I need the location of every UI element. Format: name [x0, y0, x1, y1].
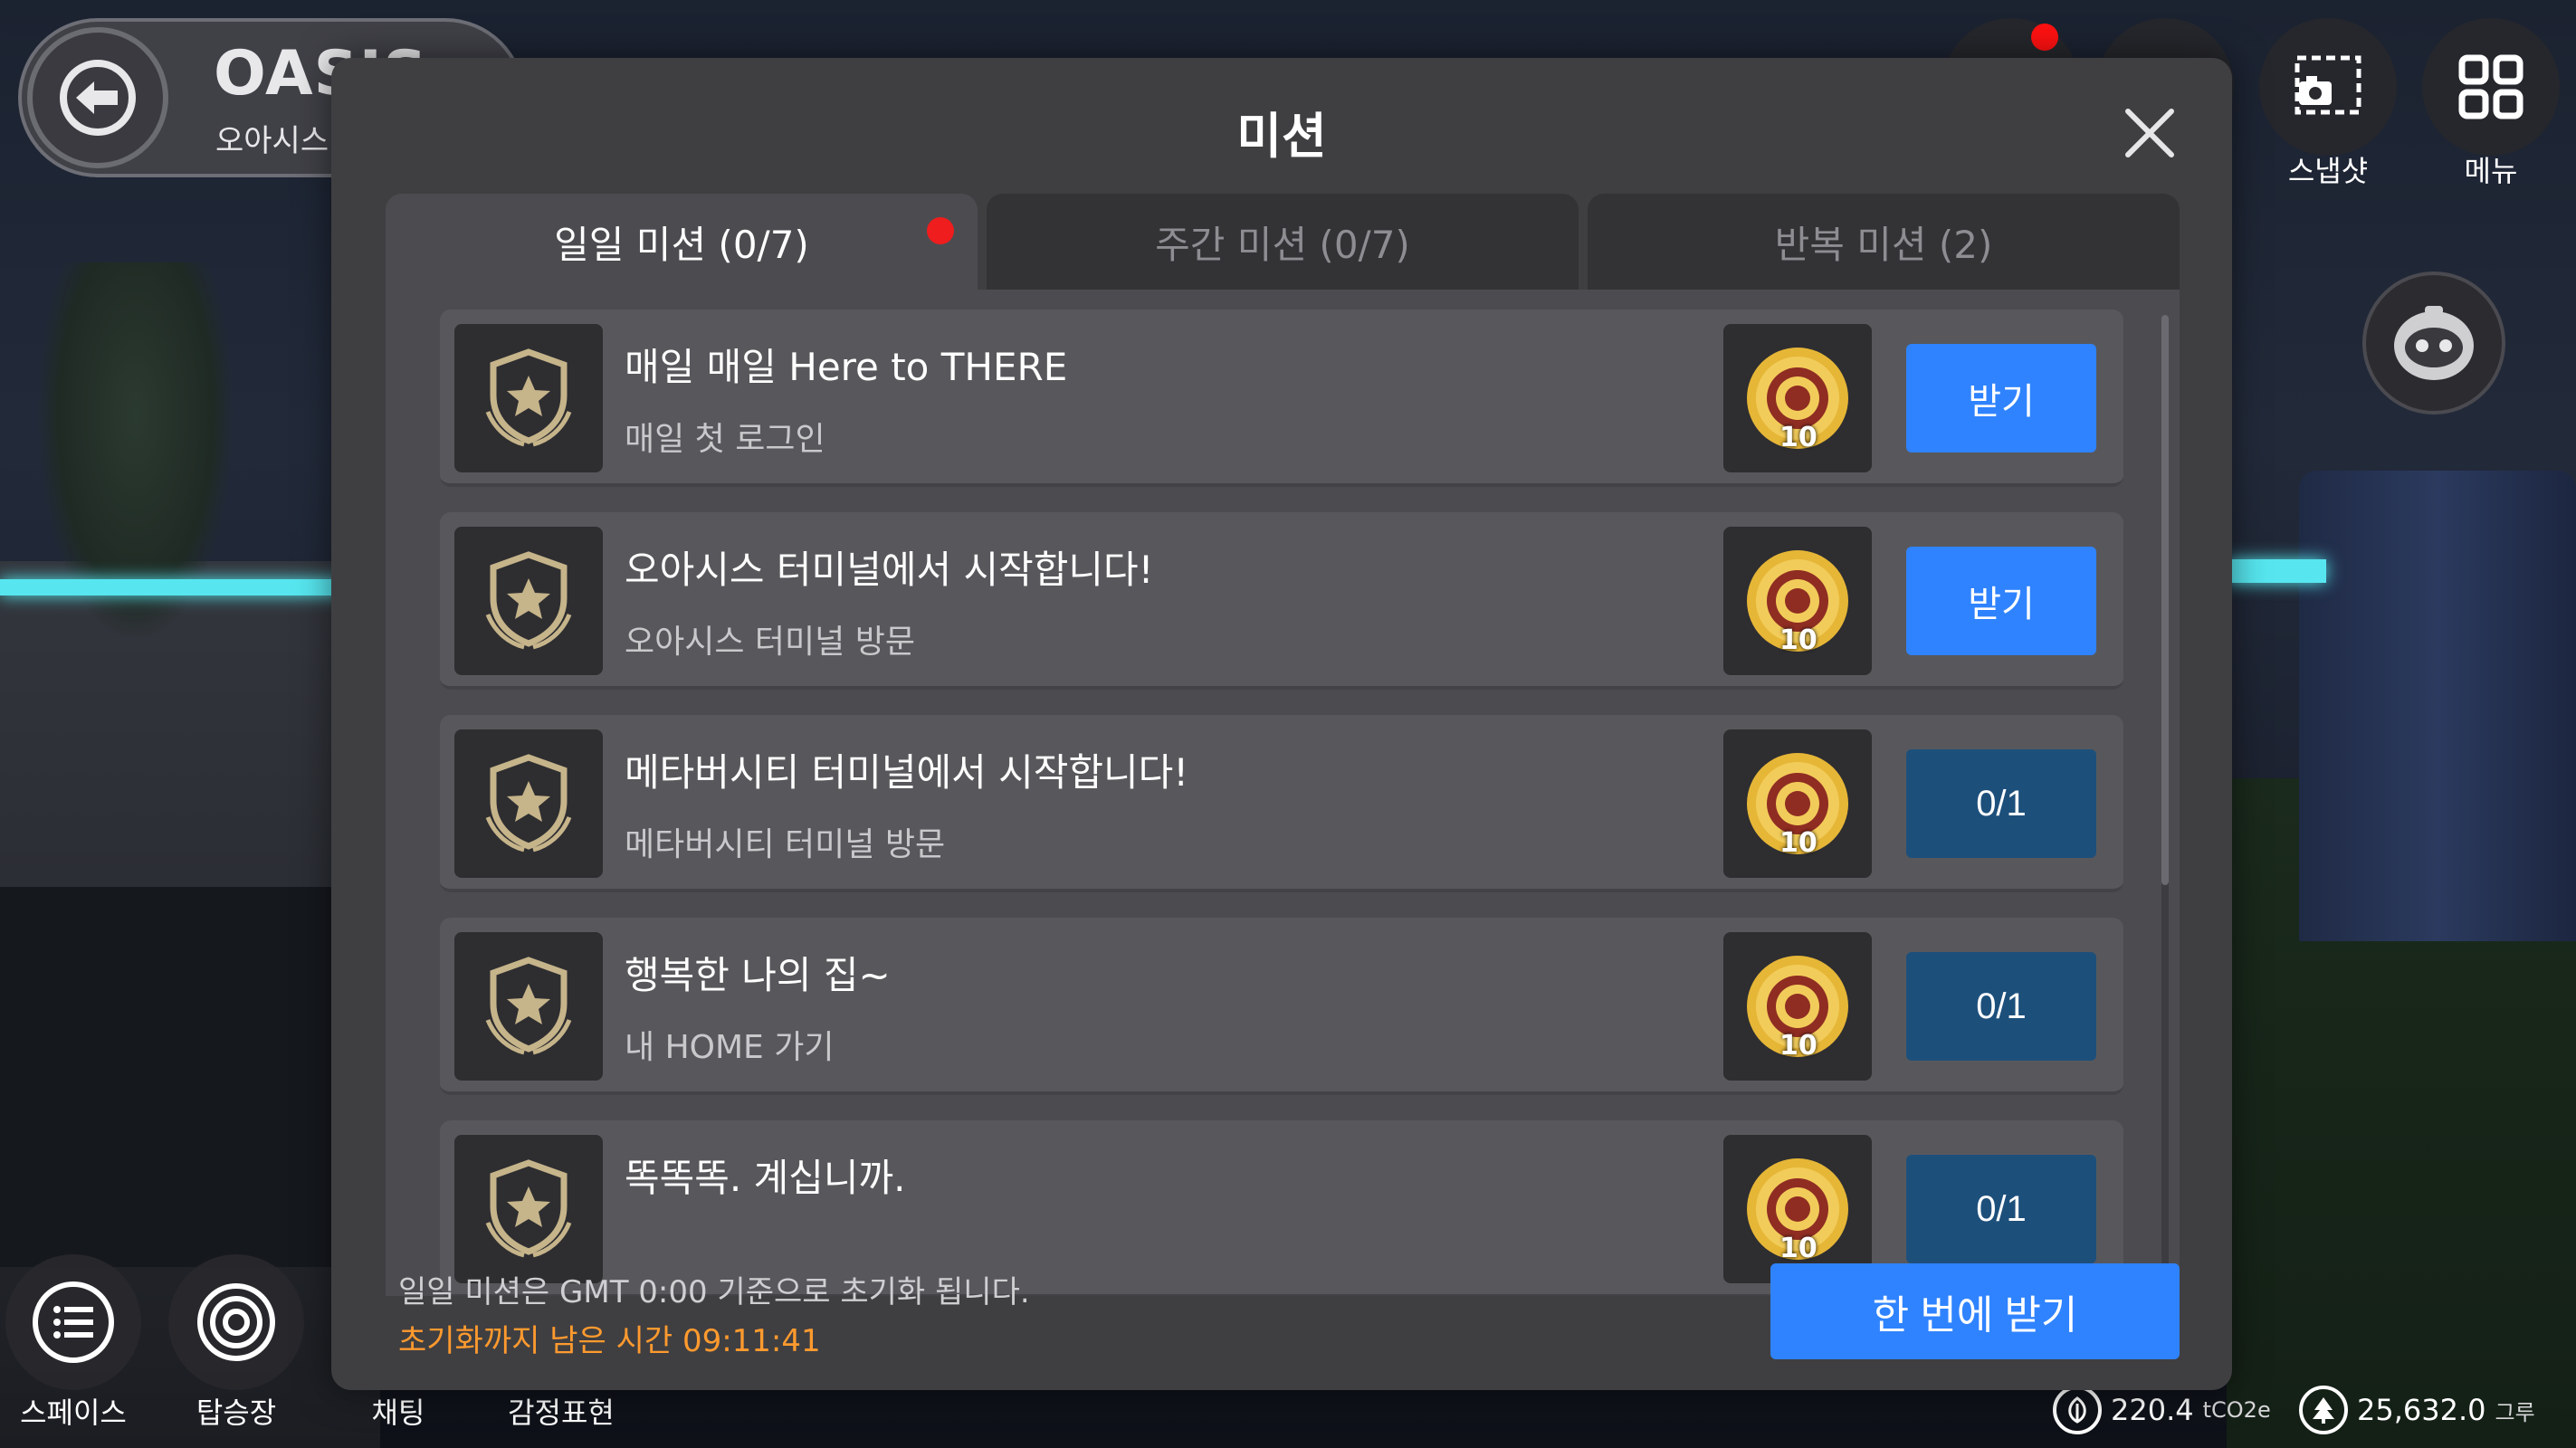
spaces-label: 스페이스	[20, 1396, 127, 1430]
mission-item: 오아시스 터미널에서 시작합니다! 오아시스 터미널 방문 10 받기	[440, 512, 2123, 690]
tab-repeat-missions[interactable]: 반복 미션 (2)	[1588, 194, 2180, 290]
mission-title: 매일 매일 Here to THERE	[625, 345, 1068, 389]
leaf-icon	[2053, 1386, 2102, 1434]
carbon-value: 220.4	[2111, 1393, 2194, 1427]
mission-description: 매일 첫 로그인	[625, 421, 825, 458]
claim-all-button[interactable]: 한 번에 받기	[1770, 1263, 2180, 1359]
carbon-unit: tCO2e	[2202, 1397, 2271, 1423]
back-button[interactable]	[27, 27, 168, 168]
mission-item: 메타버시티 터미널에서 시작합니다! 메타버시티 터미널 방문 10 0/1	[440, 715, 2123, 892]
mission-reward: 10	[1723, 324, 1872, 472]
robot-icon	[2394, 306, 2474, 380]
mission-badge	[454, 527, 603, 675]
tab-label: 주간 미션 (0/7)	[1155, 222, 1410, 267]
mission-reward: 10	[1723, 932, 1872, 1081]
reward-amount: 10	[1779, 1030, 1818, 1062]
spaces-button[interactable]	[5, 1254, 141, 1390]
mission-description: 내 HOME 가기	[625, 1029, 835, 1066]
mission-item: 행복한 나의 집~ 내 HOME 가기 10 0/1	[440, 918, 2123, 1095]
mission-tabs: 일일 미션 (0/7) 주간 미션 (0/7) 반복 미션 (2)	[386, 194, 2180, 290]
tree-value: 25,632.0	[2357, 1393, 2486, 1427]
tree-unit: 그루	[2495, 1399, 2535, 1425]
scene-light-strip-left	[0, 579, 344, 595]
scene-building	[2299, 471, 2576, 941]
reward-amount: 10	[1779, 827, 1818, 859]
mission-title: 오아시스 터미널에서 시작합니다!	[625, 548, 1154, 592]
scene-light-strip-right	[2227, 559, 2326, 583]
shield-star-icon	[485, 754, 572, 853]
reward-amount: 10	[1779, 422, 1818, 453]
menu-label: 메뉴	[2464, 154, 2518, 188]
back-arrow-icon	[60, 60, 136, 136]
snapshot-button[interactable]	[2259, 18, 2397, 156]
snapshot-label: 스냅샷	[2287, 154, 2369, 188]
mission-badge	[454, 932, 603, 1081]
mission-reward: 10	[1723, 527, 1872, 675]
reward-amount: 10	[1779, 1233, 1818, 1264]
tab-daily-missions[interactable]: 일일 미션 (0/7)	[386, 194, 978, 290]
menu-button[interactable]	[2422, 18, 2560, 156]
shield-star-icon	[485, 957, 572, 1055]
mission-dialog: 미션 일일 미션 (0/7) 주간 미션 (0/7) 반복 미션 (2) 매일 …	[331, 58, 2232, 1390]
carbon-stat: 220.4 tCO2e	[2053, 1385, 2271, 1435]
list-icon	[33, 1281, 114, 1363]
boarding-label: 탑승장	[196, 1396, 277, 1430]
tree-stat: 25,632.0 그루	[2299, 1385, 2535, 1435]
reset-note: 일일 미션은 GMT 0:00 기준으로 초기화 됩니다.	[398, 1274, 1030, 1310]
progress-button[interactable]: 0/1	[1906, 952, 2096, 1061]
progress-button[interactable]: 0/1	[1906, 749, 2096, 858]
boarding-button[interactable]	[168, 1254, 304, 1390]
grid-menu-icon	[2458, 54, 2524, 119]
claim-button[interactable]: 받기	[1906, 547, 2096, 655]
emote-label[interactable]: 감정표현	[480, 1390, 643, 1432]
mission-item: 매일 매일 Here to THERE 매일 첫 로그인 10 받기	[440, 310, 2123, 487]
mission-title: 메타버시티 터미널에서 시작합니다!	[625, 750, 1189, 795]
mission-badge	[454, 324, 603, 472]
mission-reward: 10	[1723, 1135, 1872, 1283]
reset-timer: 초기화까지 남은 시간 09:11:41	[398, 1323, 821, 1359]
scrollbar-thumb[interactable]	[2161, 315, 2169, 885]
dialog-title: 미션	[1236, 108, 1327, 165]
mission-title: 행복한 나의 집~	[625, 953, 891, 997]
mission-title: 똑똑똑. 계십니까.	[625, 1156, 906, 1200]
camera-icon	[2295, 55, 2361, 115]
mission-list: 매일 매일 Here to THERE 매일 첫 로그인 10 받기 오아시스 …	[386, 290, 2180, 1296]
shield-star-icon	[485, 1159, 572, 1258]
notification-dot	[2031, 24, 2058, 51]
tab-weekly-missions[interactable]: 주간 미션 (0/7)	[987, 194, 1579, 290]
mission-badge	[454, 1135, 603, 1283]
assistant-bot-button[interactable]	[2362, 272, 2505, 414]
mission-badge	[454, 729, 603, 878]
close-button[interactable]	[2111, 94, 2189, 172]
target-icon	[197, 1283, 275, 1361]
mission-description: 오아시스 터미널 방문	[625, 624, 915, 661]
shield-star-icon	[485, 348, 572, 447]
reward-amount: 10	[1779, 624, 1818, 656]
tab-label: 반복 미션 (2)	[1774, 222, 1993, 267]
chat-label[interactable]: 채팅	[317, 1390, 480, 1432]
close-icon	[2125, 109, 2174, 157]
mission-reward: 10	[1723, 729, 1872, 878]
progress-button[interactable]: 0/1	[1906, 1155, 2096, 1263]
tree-icon	[2299, 1386, 2348, 1434]
shield-star-icon	[485, 551, 572, 650]
claim-button[interactable]: 받기	[1906, 344, 2096, 452]
scene-road	[0, 887, 380, 1267]
tab-label: 일일 미션 (0/7)	[554, 222, 809, 267]
mission-description: 메타버시티 터미널 방문	[625, 826, 946, 863]
notification-dot	[927, 217, 954, 244]
